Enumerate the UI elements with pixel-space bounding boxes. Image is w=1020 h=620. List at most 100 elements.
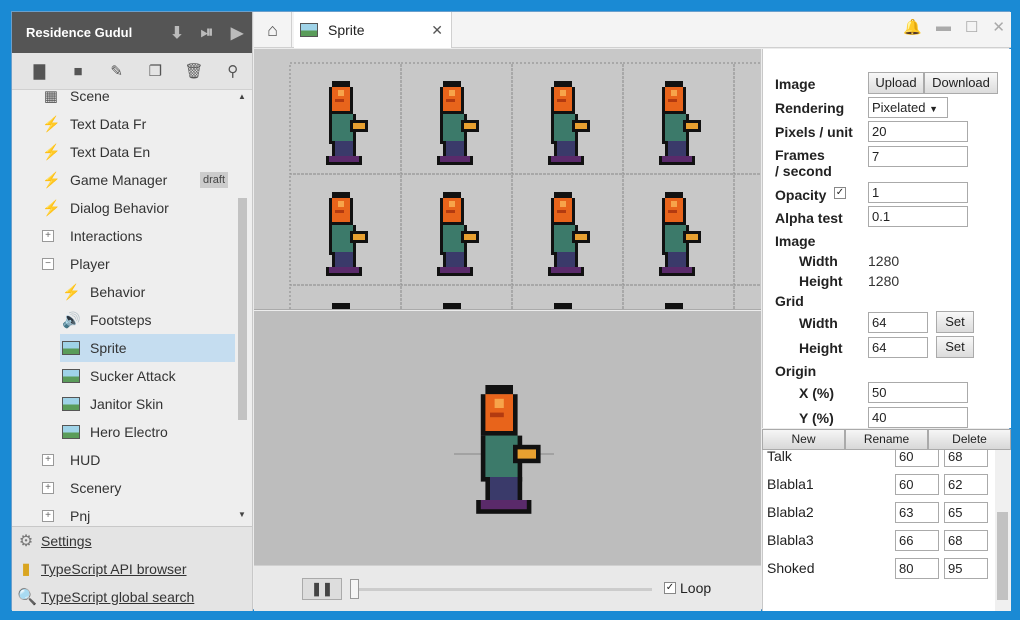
tree-item[interactable]: Janitor Skin [12,390,252,418]
animation-preview [254,311,761,565]
tree-item-label: Text Data Fr [70,116,147,132]
sprite-frame-image [548,81,590,165]
sprite-frame[interactable] [733,173,761,286]
origin-x-input[interactable]: 50 [868,382,968,403]
loop-checkbox[interactable]: ✓ [664,582,676,594]
animation-end-input[interactable]: 68 [944,450,988,467]
home-icon[interactable]: ⌂ [254,12,292,48]
animation-row[interactable]: Talk 60 68 [763,450,993,472]
tree-item[interactable]: ⚡ Dialog Behavior [12,194,252,222]
image-height-label: Height [799,273,843,289]
animation-row[interactable]: Blabla2 63 65 [763,500,993,528]
tree-item[interactable]: − Player [12,250,252,278]
animation-start-input[interactable]: 60 [895,450,939,467]
api-browser-label[interactable]: TypeScript API browser [41,561,187,577]
tree-item[interactable]: Sucker Attack [12,362,252,390]
scroll-up-icon[interactable]: ▲ [238,92,246,101]
new-asset-icon[interactable]: ▇ [20,62,59,80]
global-search-label[interactable]: TypeScript global search [41,589,194,605]
minimize-icon[interactable]: ▬ [936,18,951,36]
animation-name[interactable]: Blabla3 [767,532,814,548]
grid-height-set-button[interactable]: Set [936,336,974,358]
opacity-input[interactable]: 1 [868,182,968,203]
scrollbar-thumb[interactable] [997,512,1008,600]
sprite-frame[interactable] [733,284,761,310]
close-window-icon[interactable]: ✕ [992,18,1005,36]
ppu-label: Pixels / unit [775,124,853,140]
play-icon[interactable]: ▶ [222,23,252,43]
duplicate-icon[interactable]: ❐ [136,62,175,80]
maximize-icon[interactable]: ☐ [965,18,978,36]
project-title: Residence Gudul [26,25,133,40]
pause-button[interactable]: ❚❚ [302,578,342,600]
sprite-frame[interactable] [733,62,761,175]
tree-item[interactable]: + Interactions [12,222,252,250]
grid-width-set-button[interactable]: Set [936,311,974,333]
grid-width-input[interactable]: 64 [868,312,928,333]
debug-run-icon[interactable]: ⏯ [192,24,222,42]
animation-row[interactable]: Shoked 80 95 [763,556,993,584]
new-animation-button[interactable]: New [762,429,845,450]
fps-input[interactable]: 7 [868,146,968,167]
rendering-select[interactable]: Pixelated ▼ [868,97,948,118]
opacity-checkbox[interactable]: ✓ [834,187,846,199]
animation-end-input[interactable]: 62 [944,474,988,495]
tree-item[interactable]: Sprite [60,334,235,362]
tree-item[interactable]: + Pnj [12,502,252,525]
tree-scrollbar-thumb[interactable] [238,198,247,420]
tree-item[interactable]: ⚡ Game Manager draft [12,166,252,194]
image-width-value: 1280 [868,253,900,269]
animation-end-input[interactable]: 95 [944,558,988,579]
spritesheet-view[interactable] [254,49,761,310]
scroll-down-icon[interactable]: ▼ [238,510,246,519]
timeline-slider[interactable] [354,588,652,591]
loop-toggle[interactable]: ✓ Loop [664,580,711,596]
download-button[interactable]: Download [924,72,998,94]
animation-name[interactable]: Shoked [767,560,814,576]
tree-item[interactable]: ⚡ Text Data En [12,138,252,166]
search-icon[interactable]: ⚲ [213,62,252,80]
upload-button[interactable]: Upload [868,72,924,94]
download-icon[interactable]: ⬇ [162,23,192,43]
animation-start-input[interactable]: 60 [895,474,939,495]
new-folder-icon[interactable]: ■ [59,63,98,80]
settings-link[interactable]: ⚙ Settings [12,527,252,555]
animation-start-input[interactable]: 63 [895,502,939,523]
ppu-input[interactable]: 20 [868,121,968,142]
animation-row[interactable]: Blabla3 66 68 [763,528,993,556]
animation-name[interactable]: Talk [767,450,792,464]
settings-label[interactable]: Settings [41,533,92,549]
tree-item[interactable]: ⚡ Text Data Fr [12,110,252,138]
origin-y-input[interactable]: 40 [868,407,968,428]
grid-height-input[interactable]: 64 [868,337,928,358]
tree-item-label: Text Data En [70,144,151,160]
delete-animation-button[interactable]: Delete [928,429,1011,450]
api-browser-link[interactable]: ▮ TypeScript API browser [12,555,252,583]
close-tab-icon[interactable]: ✕ [431,22,443,39]
tab-sprite[interactable]: Sprite ✕ [294,12,452,48]
animation-name[interactable]: Blabla2 [767,504,814,520]
timeline-knob[interactable] [350,579,359,599]
alpha-input[interactable]: 0.1 [868,206,968,227]
playback-bar: ❚❚ ✓ Loop [254,565,761,611]
animation-row[interactable]: Blabla1 60 62 [763,472,993,500]
rename-animation-button[interactable]: Rename [845,429,928,450]
trash-icon[interactable]: 🗑 [175,62,214,80]
tab-bar: ⌂ Sprite ✕ 🔔 ▬ ☐ ✕ [254,12,1011,48]
animation-end-input[interactable]: 68 [944,530,988,551]
animation-list-scrollbar[interactable] [995,450,1011,611]
animation-name[interactable]: Blabla1 [767,476,814,492]
animation-start-input[interactable]: 80 [895,558,939,579]
rename-icon[interactable]: ✎ [97,62,136,80]
tree-item[interactable]: 🔊 Footsteps [12,306,252,334]
animation-start-input[interactable]: 66 [895,530,939,551]
tree-item[interactable]: + Scenery [12,474,252,502]
tree-item[interactable]: + HUD [12,446,252,474]
tree-item[interactable]: ▦ Scene [12,90,252,110]
tree-scrollbar[interactable]: ▲ ▼ [236,90,248,525]
tree-item[interactable]: Hero Electro [12,418,252,446]
bell-icon[interactable]: 🔔 [903,18,922,36]
tree-item[interactable]: ⚡ Behavior [12,278,252,306]
animation-end-input[interactable]: 65 [944,502,988,523]
global-search-link[interactable]: 🔍 TypeScript global search [12,583,252,611]
